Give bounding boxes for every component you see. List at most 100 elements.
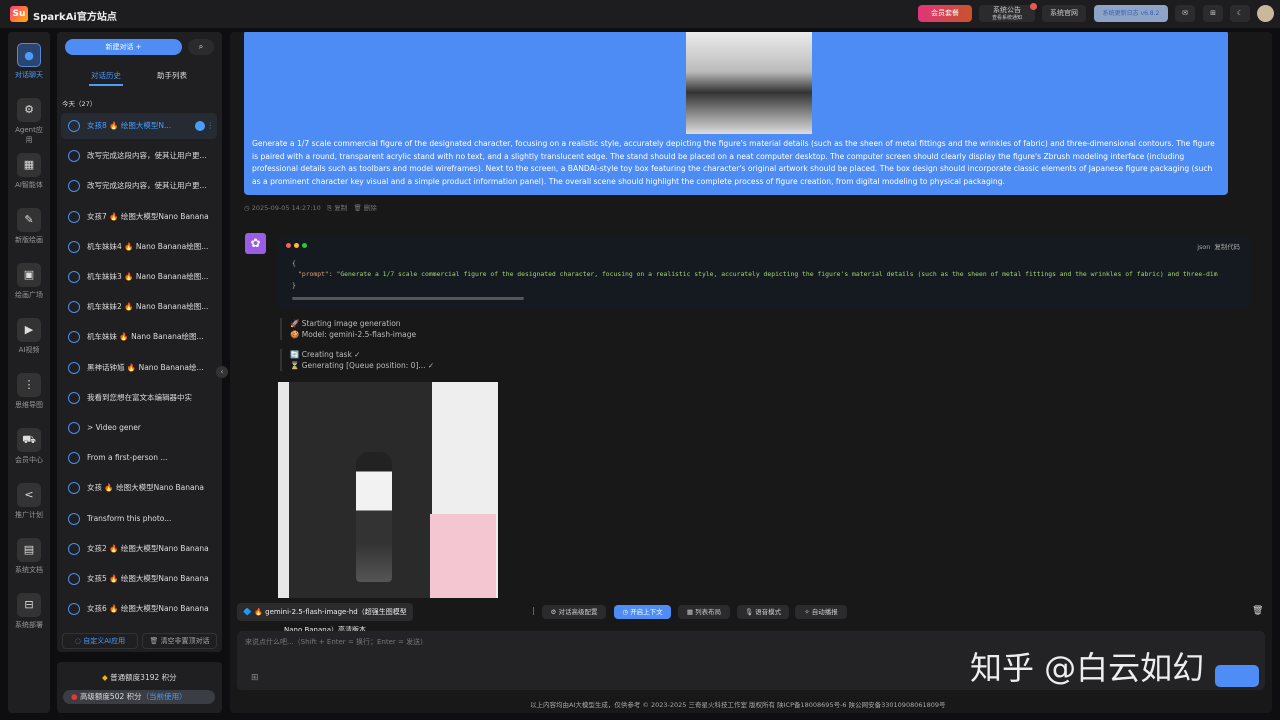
chat-bubble-icon [68, 512, 80, 525]
list-layout-button[interactable]: ▦ 列表布局 [678, 605, 730, 619]
conversation-title: 机车妹妹 🔥 Nano Banana绘图... [87, 332, 204, 342]
wechat-icon[interactable]: ✉ [1175, 5, 1195, 22]
notice-button[interactable]: 系统公告 查看系统通知 [979, 5, 1035, 22]
rail-label: Agent应用 [15, 126, 43, 144]
conversation-item[interactable]: 女孩7 🔥 绘图大模型Nano Banana [61, 204, 217, 230]
delete-label: 删除 [363, 204, 377, 212]
chat-bubble-icon [68, 603, 80, 616]
conversation-item[interactable]: 女孩6 🔥 绘图大模型Nano Banana [61, 596, 217, 622]
rail-item[interactable]: ▣ 绘画广场 [12, 263, 46, 300]
rail-item[interactable]: ⛟ 会员中心 [12, 428, 46, 465]
rail-icon: ⚙ [17, 98, 41, 122]
official-site-button[interactable]: 系统官网 [1042, 5, 1086, 22]
delete-button[interactable]: 🗑 删除 [353, 204, 376, 212]
auto-play-button[interactable]: ✧ 自动播报 [795, 605, 847, 619]
conversation-item[interactable]: 女孩 🔥 绘图大模型Nano Banana [61, 475, 217, 501]
new-chat-button[interactable]: 新建对话 + [65, 39, 182, 55]
rail-label: 系统文档 [15, 566, 43, 574]
rail-icon: ▶ [17, 318, 41, 342]
send-button[interactable] [1215, 665, 1259, 687]
conversation-item[interactable]: 女孩8 🔥 绘图大模型N... ⋮ [61, 113, 217, 139]
conversation-title: 改写完成这段内容，使其让用户更... [87, 181, 207, 191]
conversation-item[interactable]: 机车妹妹2 🔥 Nano Banana绘图... [61, 294, 217, 320]
message-time: 2025-09-05 14:27:10 [251, 204, 321, 212]
custom-ai-app-label: 自定义AI应用 [83, 637, 126, 645]
tab-history[interactable]: 对话历史 [91, 70, 121, 81]
rail-icon: ▤ [17, 538, 41, 562]
conversation-item[interactable]: From a first-person ... [61, 445, 217, 471]
dot-yellow [294, 243, 299, 248]
rail-icon: ⛟ [17, 428, 41, 452]
search-icon[interactable]: ⌕ [188, 39, 214, 55]
conversation-item[interactable]: Transform this photo... [61, 506, 217, 532]
changelog-button[interactable]: 系统更新日志 v6.8.2 [1094, 5, 1168, 22]
custom-ai-app-button[interactable]: ◌ 自定义AI应用 [62, 633, 138, 649]
chat-main: Generate a 1/7 scale commercial figure o… [230, 32, 1272, 713]
context-toggle-button[interactable]: ◷ 开启上下文 [614, 605, 671, 619]
chat-bubble-icon [68, 422, 80, 434]
voice-mode-button[interactable]: 🎙 语音模式 [737, 605, 789, 619]
chat-bubble-icon [68, 452, 80, 465]
user-avatar[interactable] [1257, 5, 1274, 22]
rail-item[interactable]: < 推广计划 [12, 483, 46, 520]
credit-box: ◆ 普通额度3192 积分 ● 高级额度502 积分（当前使用） [57, 662, 222, 713]
advanced-credit[interactable]: ● 高级额度502 积分（当前使用） [63, 690, 215, 704]
rail-item[interactable]: ⚙ Agent应用 [12, 98, 46, 145]
rail-label: AI视频 [18, 346, 40, 354]
trash-icon[interactable]: 🗑 [1252, 606, 1263, 616]
rail-item[interactable]: ▶ AI视频 [12, 318, 46, 355]
chat-bubble-icon [68, 391, 80, 404]
collapse-panel-button[interactable]: ‹ [216, 366, 228, 378]
figure-shape [356, 452, 392, 582]
rail-item[interactable]: ▤ 系统文档 [12, 538, 46, 575]
clear-chats-button[interactable]: 🗑 清空非置顶对话 [142, 633, 217, 649]
list-layout-label: 列表布局 [695, 608, 722, 616]
reference-image[interactable] [686, 32, 812, 134]
conversation-item[interactable]: 改写完成这段内容，使其让用户更... [61, 143, 217, 169]
code-scrollbar[interactable] [292, 297, 524, 300]
conversation-item[interactable]: 女孩2 🔥 绘图大模型Nano Banana [61, 536, 217, 562]
more-icon[interactable]: ⋮ [207, 113, 215, 139]
status-line: 🚀 Starting image generation [290, 319, 401, 328]
conversation-title: 女孩2 🔥 绘图大模型Nano Banana [87, 543, 209, 553]
advanced-config-button[interactable]: ⚙ 对话高级配置 [542, 605, 606, 619]
status-group-1: 🚀 Starting image generation 🍪 Model: gemi… [280, 318, 416, 340]
conversation-item[interactable]: 我看到您想在富文本编辑器中实 [61, 385, 217, 411]
chat-bubble-icon [68, 240, 80, 253]
conversation-title: 女孩 🔥 绘图大模型Nano Banana [87, 483, 204, 493]
rail-item[interactable]: ⋮ 思维导图 [12, 373, 46, 410]
conversation-item[interactable]: 女孩5 🔥 绘图大模型Nano Banana [61, 566, 217, 592]
dot-red [286, 243, 291, 248]
rail-item[interactable]: ▦ AI智能体 [12, 153, 46, 190]
model-selector[interactable]: 🔷 🔥 gemini-2.5-flash-image-hd（超强生图模型Nano… [237, 603, 413, 634]
gift-icon[interactable]: ⊞ [1203, 5, 1223, 22]
conversation-item[interactable]: 机车妹妹4 🔥 Nano Banana绘图... [61, 234, 217, 260]
rail-icon: ⊟ [17, 593, 41, 617]
notice-badge [1030, 3, 1037, 10]
tab-assistants[interactable]: 助手列表 [157, 70, 187, 81]
status-line: ⏳ Generating [Queue position: 0]... ✓ [290, 361, 435, 370]
rail-item[interactable]: ✎ 新版绘画 [12, 208, 46, 245]
rail-label: 思维导图 [15, 401, 43, 409]
copy-code-button[interactable]: 复制代码 [1214, 243, 1240, 251]
attach-icon[interactable]: ⊞ [251, 673, 259, 683]
copy-button[interactable]: ⎘ 复制 [327, 204, 347, 212]
vip-button[interactable]: 会员套餐 [918, 5, 972, 22]
theme-moon-icon[interactable]: ☾ [1230, 5, 1250, 22]
message-meta: ◷ 2025-09-05 14:27:10 ⎘ 复制 🗑 删除 [244, 204, 377, 212]
top-bar: Su SparkAi官方站点 会员套餐 系统公告 查看系统通知 系统官网 系统更新… [0, 0, 1280, 28]
rail-item[interactable]: ⊟ 系统部署 [12, 593, 46, 630]
chat-bubble-icon [68, 180, 80, 193]
conversation-item[interactable]: 改写完成这段内容，使其让用户更... [61, 173, 217, 199]
conversation-title: 我看到您想在富文本编辑器中实 [87, 392, 192, 402]
conversation-title: 机车妹妹4 🔥 Nano Banana绘图... [87, 241, 209, 251]
rail-item[interactable]: ● 对话聊天 [12, 43, 46, 80]
conversation-item[interactable]: > Video gener [61, 415, 217, 441]
conversation-item[interactable]: 机车妹妹 🔥 Nano Banana绘图... [61, 324, 217, 350]
conversation-title: 女孩5 🔥 绘图大模型Nano Banana [87, 574, 209, 583]
generated-image[interactable] [278, 382, 498, 598]
conversation-item[interactable]: 机车妹妹3 🔥 Nano Banana绘图... [61, 264, 217, 290]
rail-icon: ● [17, 43, 41, 67]
conversation-item[interactable]: 黑神话钟馗 🔥 Nano Banana绘... [61, 355, 217, 381]
input-placeholder: 来说点什么吧...（Shift + Enter = 换行；Enter = 发送） [245, 638, 428, 646]
